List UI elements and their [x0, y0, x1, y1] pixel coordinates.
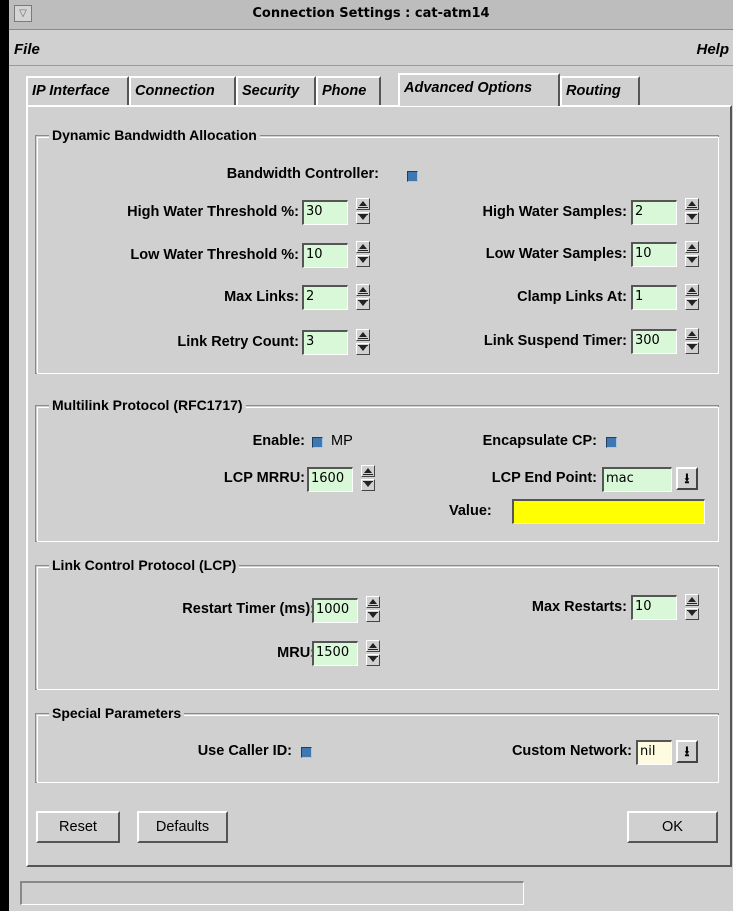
high-water-threshold-spin-icon[interactable]	[356, 198, 370, 224]
mp-enable-label: Enable:	[252, 433, 305, 449]
bandwidth-controller-checkbox[interactable]	[407, 171, 418, 182]
lcp-mrru-field[interactable]: 1600	[307, 467, 353, 492]
lcp-mrru-spin-icon[interactable]	[361, 465, 375, 491]
high-water-samples-field[interactable]: 2	[631, 200, 677, 225]
mru-label: MRU:	[277, 645, 315, 661]
tab-connection[interactable]: Connection	[129, 76, 236, 105]
restart-timer-spin-icon[interactable]	[366, 596, 380, 622]
tab-security[interactable]: Security	[236, 76, 316, 105]
low-water-threshold-field[interactable]: 10	[302, 243, 348, 268]
tab-phone[interactable]: Phone	[316, 76, 381, 105]
mru-field[interactable]: 1500	[312, 641, 358, 666]
mlp-group-title: Multilink Protocol (RFC1717)	[49, 397, 246, 413]
link-retry-count-spin-icon[interactable]	[356, 329, 370, 355]
max-links-field[interactable]: 2	[302, 285, 348, 310]
tab-advanced-options[interactable]: Advanced Options	[398, 73, 560, 106]
lcp-mrru-label: LCP MRRU:	[223, 470, 305, 486]
use-caller-id-checkbox[interactable]	[301, 747, 312, 758]
window-title: Connection Settings : cat-atm14	[252, 6, 490, 21]
encapsulate-cp-label: Encapsulate CP:	[482, 433, 597, 449]
value-label: Value:	[449, 503, 492, 519]
tab-ip-interface[interactable]: IP Interface	[26, 76, 129, 105]
special-group-title: Special Parameters	[49, 705, 185, 721]
low-water-threshold-label: Low Water Threshold %:	[130, 247, 299, 263]
low-water-samples-label: Low Water Samples:	[485, 246, 627, 262]
defaults-button[interactable]: Defaults	[137, 811, 228, 843]
restart-timer-label: Restart Timer (ms):	[182, 601, 315, 617]
max-restarts-field[interactable]: 10	[631, 595, 677, 620]
lcp-endpoint-dropdown-arrow-icon[interactable]: ⭳	[676, 467, 698, 490]
status-bar	[20, 881, 524, 905]
use-caller-id-label: Use Caller ID:	[197, 743, 292, 759]
max-links-spin-icon[interactable]	[356, 284, 370, 310]
menu-file[interactable]: File	[14, 41, 40, 58]
encapsulate-cp-checkbox[interactable]	[606, 437, 617, 448]
max-links-label: Max Links:	[224, 289, 299, 305]
custom-network-label: Custom Network:	[511, 743, 632, 759]
lcp-endpoint-field[interactable]: mac	[602, 467, 672, 492]
low-water-samples-spin-icon[interactable]	[685, 241, 699, 267]
clamp-links-label: Clamp Links At:	[517, 289, 627, 305]
restart-timer-field[interactable]: 1000	[312, 598, 358, 623]
lcp-group-title: Link Control Protocol (LCP)	[49, 557, 240, 573]
clamp-links-field[interactable]: 1	[631, 285, 677, 310]
tab-routing[interactable]: Routing	[560, 76, 640, 105]
ok-button[interactable]: OK	[627, 811, 718, 843]
menu-help[interactable]: Help	[696, 41, 729, 58]
max-restarts-label: Max Restarts:	[531, 599, 627, 615]
custom-network-field[interactable]: nil	[636, 740, 672, 765]
title-bar[interactable]: ▽ Connection Settings : cat-atm14	[9, 0, 733, 30]
lcp-group	[35, 565, 719, 690]
reset-button[interactable]: Reset	[36, 811, 120, 843]
low-water-samples-field[interactable]: 10	[631, 242, 677, 267]
low-water-threshold-spin-icon[interactable]	[356, 241, 370, 267]
link-retry-count-label: Link Retry Count:	[177, 334, 299, 350]
mp-enable-text: MP	[331, 433, 353, 449]
high-water-samples-label: High Water Samples:	[482, 204, 628, 220]
link-retry-count-field[interactable]: 3	[302, 330, 348, 355]
high-water-threshold-label: High Water Threshold %:	[127, 204, 299, 220]
link-suspend-timer-field[interactable]: 300	[631, 329, 677, 354]
clamp-links-spin-icon[interactable]	[685, 284, 699, 310]
high-water-samples-spin-icon[interactable]	[685, 198, 699, 224]
high-water-threshold-field[interactable]: 30	[302, 200, 348, 225]
left-window-edge	[0, 0, 9, 911]
mp-enable-checkbox[interactable]	[312, 437, 323, 448]
menu-bar: File Help	[9, 30, 733, 66]
value-field[interactable]	[512, 499, 705, 524]
mru-spin-icon[interactable]	[366, 640, 380, 666]
link-suspend-timer-spin-icon[interactable]	[685, 328, 699, 354]
connection-settings-window: ▽ Connection Settings : cat-atm14 File H…	[9, 0, 733, 911]
link-suspend-timer-label: Link Suspend Timer:	[483, 333, 627, 349]
lcp-endpoint-label: LCP End Point:	[491, 470, 597, 486]
custom-network-dropdown-arrow-icon[interactable]: ⭳	[676, 740, 698, 763]
max-restarts-spin-icon[interactable]	[685, 594, 699, 620]
bandwidth-controller-label: Bandwidth Controller:	[226, 166, 379, 182]
dba-group-title: Dynamic Bandwidth Allocation	[49, 127, 260, 143]
